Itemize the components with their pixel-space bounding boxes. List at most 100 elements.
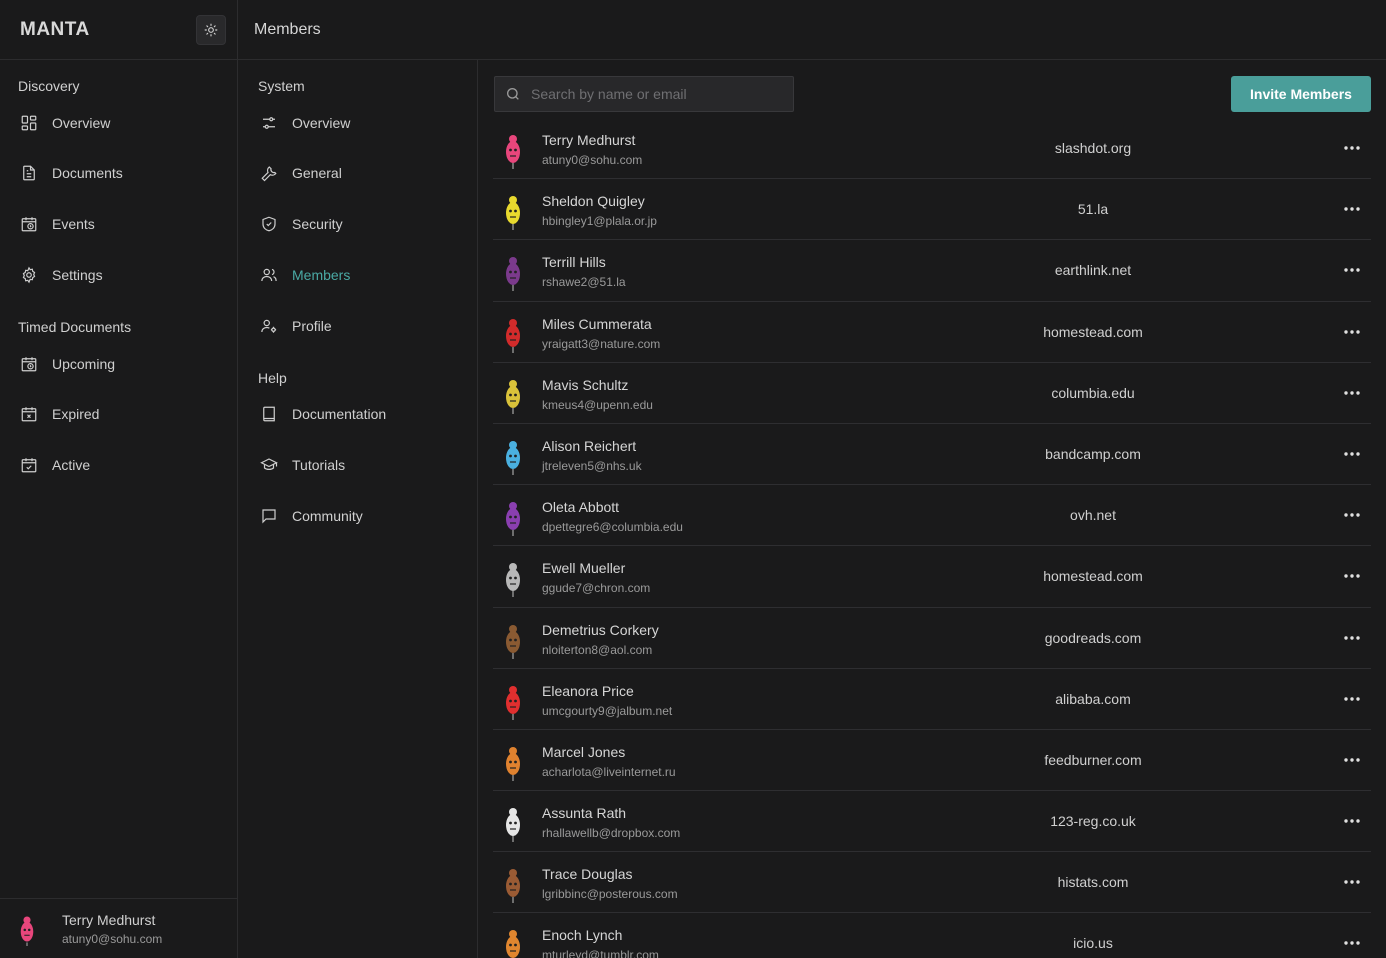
- ellipsis-icon: [1344, 819, 1360, 823]
- wrench-icon: [261, 166, 277, 182]
- nav-section-discovery: Discovery: [18, 78, 80, 94]
- member-name: Miles Cummerata: [542, 315, 652, 332]
- user-name: Terry Medhurst: [62, 911, 156, 928]
- member-name: Marcel Jones: [542, 743, 626, 760]
- sidebar-item-label: Upcoming: [52, 356, 116, 372]
- more-options-button[interactable]: [1339, 626, 1365, 650]
- subnav-section-system: System: [258, 78, 305, 94]
- app-root: MANTA Discovery Overview Documents Event…: [0, 0, 1386, 958]
- ellipsis-icon: [1344, 635, 1360, 640]
- more-options-button[interactable]: [1339, 136, 1365, 160]
- page-title: Members: [254, 20, 321, 38]
- member-row[interactable]: Trace Douglas lgribbinc@posterous.com hi…: [493, 852, 1371, 914]
- sun-icon: [204, 23, 218, 36]
- member-row[interactable]: Miles Cummerata yraigatt3@nature.com hom…: [493, 302, 1371, 363]
- book-icon: [263, 406, 275, 422]
- invite-members-button[interactable]: Invite Members: [1231, 76, 1371, 112]
- member-name: Alison Reichert: [542, 437, 637, 454]
- ellipsis-icon: [1344, 207, 1360, 211]
- calendar-check-icon: [21, 458, 37, 473]
- member-domain: goodreads.com: [1044, 629, 1142, 646]
- ellipsis-icon: [1344, 391, 1360, 395]
- avatar: [506, 685, 520, 720]
- member-row[interactable]: Mavis Schultz kmeus4@upenn.edu columbia.…: [493, 363, 1371, 424]
- member-row[interactable]: Alison Reichert jtreleven5@nhs.uk bandca…: [493, 424, 1371, 486]
- current-user[interactable]: Terry Medhurst atuny0@sohu.com: [0, 898, 237, 958]
- member-email: umcgourty9@jalbum.net: [542, 703, 673, 718]
- members-panel: Invite Members Terry Medhurst atuny0@soh…: [478, 60, 1386, 958]
- member-row[interactable]: Demetrius Corkery nloiterton8@aol.com go…: [493, 608, 1371, 669]
- graduation-cap-icon: [260, 458, 278, 471]
- ellipsis-icon: [1344, 329, 1360, 334]
- avatar: [20, 915, 34, 946]
- ellipsis-icon: [1344, 574, 1360, 579]
- more-options-button[interactable]: [1339, 564, 1365, 588]
- sidebar-item-documents[interactable]: Documents: [20, 161, 123, 185]
- member-row[interactable]: Ewell Mueller ggude7@chron.com homestead…: [493, 546, 1371, 608]
- member-row[interactable]: Sheldon Quigley hbingley1@plala.or.jp 51…: [493, 179, 1371, 241]
- subnav-item-label: Profile: [292, 318, 332, 334]
- member-row[interactable]: Eleanora Price umcgourty9@jalbum.net ali…: [493, 669, 1371, 730]
- more-options-button[interactable]: [1339, 197, 1365, 221]
- member-row[interactable]: Oleta Abbott dpettegre6@columbia.edu ovh…: [493, 485, 1371, 547]
- member-domain: earthlink.net: [1054, 262, 1132, 279]
- member-email: jtreleven5@nhs.uk: [542, 458, 642, 473]
- member-email: mturleyd@tumblr.com: [542, 948, 659, 958]
- ellipsis-icon: [1344, 758, 1360, 762]
- member-email: ggude7@chron.com: [542, 581, 651, 596]
- member-email: atuny0@sohu.com: [542, 153, 643, 167]
- subnav-item-documentation[interactable]: Documentation: [260, 402, 386, 426]
- member-row[interactable]: Enoch Lynch mturleyd@tumblr.com icio.us: [493, 913, 1371, 958]
- member-row[interactable]: Marcel Jones acharlota@liveinternet.ru f…: [493, 730, 1371, 792]
- sidebar-item-active[interactable]: Active: [20, 453, 90, 477]
- member-domain: histats.com: [1057, 874, 1129, 891]
- member-row[interactable]: Assunta Rath rhallawellb@dropbox.com 123…: [493, 791, 1371, 853]
- subnav-item-community[interactable]: Community: [260, 504, 363, 528]
- member-domain: bandcamp.com: [1045, 445, 1141, 462]
- member-email: rshawe2@51.la: [542, 275, 626, 290]
- member-domain: ovh.net: [1070, 507, 1116, 524]
- sidebar-item-settings[interactable]: Settings: [20, 263, 103, 287]
- ellipsis-icon: [1344, 941, 1360, 946]
- calendar-x-icon: [21, 407, 37, 422]
- sidebar-item-label: Active: [52, 457, 91, 473]
- member-email: yraigatt3@nature.com: [542, 336, 661, 351]
- more-options-button[interactable]: [1339, 442, 1365, 466]
- more-options-button[interactable]: [1339, 809, 1365, 833]
- user-cog-icon: [261, 319, 277, 333]
- sidebar-item-overview[interactable]: Overview: [20, 111, 110, 135]
- subnav-item-tutorials[interactable]: Tutorials: [260, 453, 345, 477]
- ellipsis-icon: [1344, 146, 1360, 150]
- sidebar-item-upcoming[interactable]: Upcoming: [20, 352, 115, 376]
- member-row[interactable]: Terry Medhurst atuny0@sohu.com slashdot.…: [493, 118, 1371, 180]
- subnav-item-security[interactable]: Security: [260, 212, 343, 236]
- more-options-button[interactable]: [1339, 748, 1365, 772]
- sidebar-item-expired[interactable]: Expired: [20, 402, 99, 426]
- more-options-button[interactable]: [1339, 870, 1365, 894]
- ellipsis-icon: [1344, 452, 1360, 456]
- subnav-item-label: Tutorials: [292, 457, 346, 473]
- theme-toggle-button[interactable]: [196, 14, 226, 45]
- brand-logo: MANTA: [20, 18, 90, 40]
- subnav-item-members[interactable]: Members: [260, 263, 350, 287]
- brand-bar: MANTA: [0, 0, 237, 60]
- member-name: Assunta Rath: [542, 805, 627, 822]
- more-options-button[interactable]: [1339, 381, 1365, 405]
- subnav-item-label: Overview: [292, 115, 351, 131]
- avatar: [506, 257, 520, 292]
- subnav-item-general[interactable]: General: [260, 161, 342, 185]
- more-options-button[interactable]: [1339, 931, 1365, 955]
- subnav-item-overview[interactable]: Overview: [260, 111, 350, 135]
- subnav-section-help: Help: [258, 370, 287, 386]
- more-options-button[interactable]: [1339, 320, 1365, 344]
- member-row[interactable]: Terrill Hills rshawe2@51.la earthlink.ne…: [493, 240, 1371, 302]
- subnav-item-profile[interactable]: Profile: [260, 314, 332, 338]
- more-options-button[interactable]: [1339, 687, 1365, 711]
- more-options-button[interactable]: [1339, 503, 1365, 527]
- more-options-button[interactable]: [1339, 258, 1365, 282]
- search-input[interactable]: [531, 86, 781, 102]
- member-domain: homestead.com: [1043, 323, 1143, 340]
- sidebar-item-events[interactable]: Events: [20, 212, 95, 236]
- search-box[interactable]: [494, 76, 794, 112]
- member-name: Eleanora Price: [542, 682, 634, 699]
